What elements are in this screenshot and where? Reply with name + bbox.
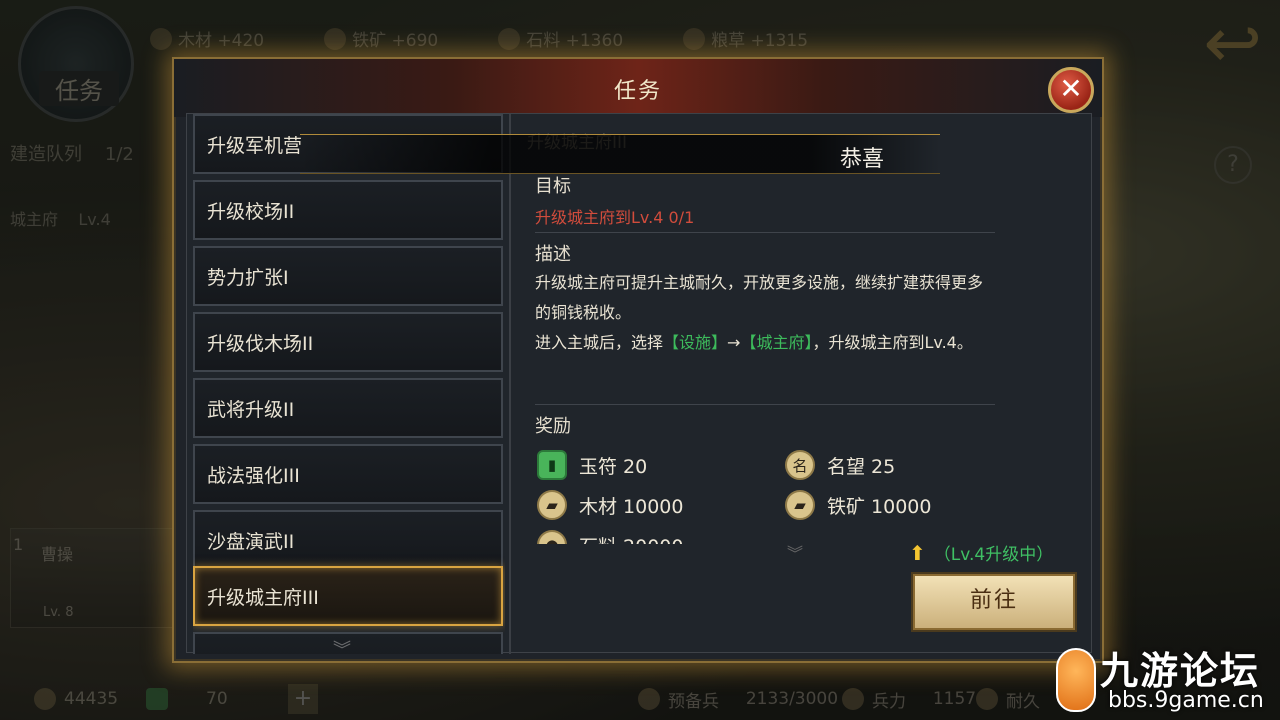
wood-icon: ▰ [537,490,567,520]
task-item-upgrade-lumberyard[interactable]: 升级伐木场II [193,312,503,372]
task-item-tactic-enhance[interactable]: 战法强化III [193,444,503,504]
description-post: ，升级城主府到Lv.4。 [812,333,973,352]
divider [535,404,995,405]
description-text: 升级城主府可提升主城耐久，开放更多设施，继续扩建获得更多的铜钱税收。 进入主城后… [535,268,995,358]
description-line: 升级城主府可提升主城耐久，开放更多设施，继续扩建获得更多的铜钱税收。 [535,273,984,322]
objective-label: 目标 [535,176,571,197]
chevron-down-icon[interactable]: ︾ [333,636,351,654]
chevron-down-icon[interactable]: ︾ [787,540,803,564]
watermark-url: bbs.9game.cn [1108,688,1264,713]
city-hall-link: 【城主府】 [740,333,813,352]
reward-text: 石料 20000 [579,532,683,545]
reward-stone: ● 石料 20000 [537,530,683,544]
reward-text: 名望 25 [827,455,896,478]
stone-icon: ● [537,530,567,544]
arrow-icon: → [727,333,741,352]
reward-prestige: 名名望 25 [785,450,895,480]
level-status-text: （Lv.4升级中） [933,545,1054,565]
task-list[interactable]: ︽ 升级军机营 升级校场II 势力扩张I 升级伐木场II 武将升级II 战法强化… [193,114,505,654]
reward-text: 铁矿 10000 [827,495,932,518]
site-watermark: 九游论坛 bbs.9game.cn [1050,640,1278,720]
rewards-list: ▮ 玉符 20 名名望 25 ▰ 木材 10000 ▰ 铁矿 10000 ● 石料 20… [535,444,995,544]
facility-link: 【设施】 [663,333,728,352]
task-item-upgrade-general[interactable]: 武将升级II [193,378,503,438]
watermark-brand: 九游论坛 [1100,649,1261,693]
modal-body: ︽ 升级军机营 升级校场II 势力扩张I 升级伐木场II 武将升级II 战法强化… [186,113,1092,654]
prestige-icon: 名 [785,450,815,480]
task-item-upgrade-city-hall[interactable]: 升级城主府III [193,566,503,626]
close-icon: ✕ [1059,72,1083,105]
task-item-upgrade-training-ground[interactable]: 升级校场II [193,180,503,240]
objective-text: 升级城主府到Lv.4 0/1 [535,208,695,227]
reward-jade-tally: ▮ 玉符 20 [537,450,647,480]
reward-text: 木材 10000 [579,495,684,518]
reward-text: 玉符 20 [579,455,648,478]
reward-wood: ▰ 木材 10000 [537,490,683,520]
close-button[interactable]: ✕ [1048,67,1094,113]
modal-title: 任务 [613,79,662,104]
description-pre: 进入主城后，选择 [535,333,664,352]
go-button[interactable]: 前往 [913,574,1075,630]
mascot-logo-icon [1056,648,1096,712]
iron-icon: ▰ [785,490,815,520]
rewards-label: 奖励 [535,416,571,437]
reward-iron: ▰ 铁矿 10000 [785,490,931,520]
congrats-text: 恭喜 [840,147,885,172]
task-item-sand-table[interactable]: 沙盘演武II [193,510,503,570]
task-item-expand-territory[interactable]: 势力扩张I [193,246,503,306]
panel-divider [509,114,511,654]
congrats-banner: 恭喜 [300,134,940,174]
description-label: 描述 [535,244,571,265]
task-detail: 升级城主府III 目标 升级城主府到Lv.4 0/1 描述 升级城主府可提升主城… [517,114,1087,654]
upgrade-arrow-icon: ⬆ [909,540,926,565]
divider [535,232,995,233]
jade-tally-icon: ▮ [537,450,567,480]
description-instruction: 进入主城后，选择【设施】→【城主府】，升级城主府到Lv.4。 [535,328,995,358]
level-status: ⬆ （Lv.4升级中） [909,540,1054,566]
